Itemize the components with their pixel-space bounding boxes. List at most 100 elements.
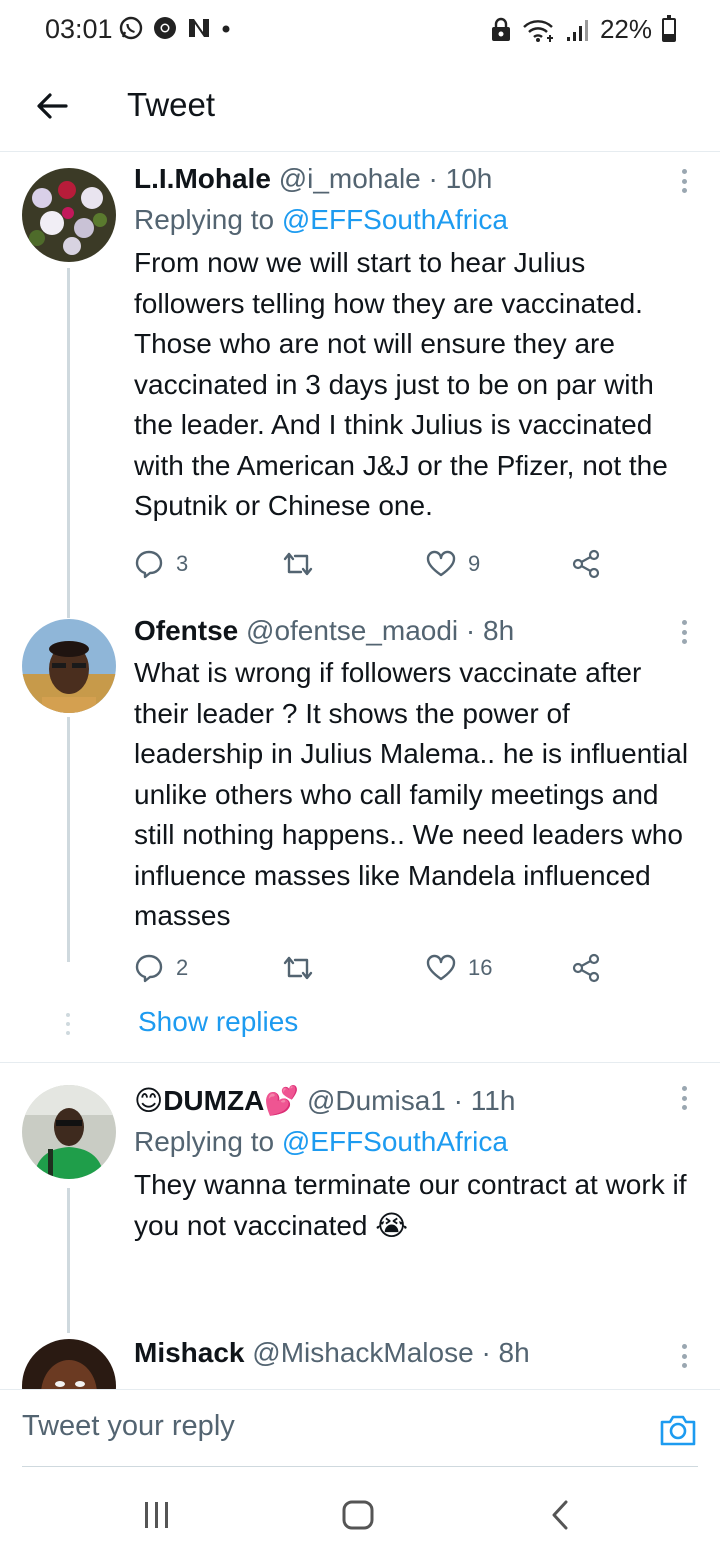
replies-feed[interactable]: L.I.Mohale @i_mohale · 10h Replying to @… (0, 153, 720, 1389)
thread-line (67, 717, 70, 962)
lock-icon (491, 17, 510, 41)
replying-to-prefix: Replying to (134, 1126, 275, 1157)
show-replies-link[interactable]: Show replies (138, 1006, 298, 1038)
dot-icon (222, 25, 230, 33)
tweet-card[interactable]: Ofentse @ofentse_maodi · 8h What is wron… (0, 613, 720, 1063)
wifi-icon (523, 19, 553, 42)
thread-line (67, 1188, 70, 1333)
camera-icon (660, 1415, 696, 1446)
share-button[interactable] (571, 948, 601, 988)
heart-icon (426, 550, 456, 577)
tweet-body: L.I.Mohale @i_mohale · 10h Replying to @… (134, 159, 700, 527)
tweet-meta: Ofentse @ofentse_maodi · 8h (134, 611, 700, 651)
status-time: 03:01 (45, 14, 113, 44)
hearts-emoji: 💕 (264, 1085, 300, 1116)
tweet-body: 😊DUMZA💕 @Dumisa1 · 11h Replying to @EFFS… (134, 1081, 700, 1246)
replying-to: Replying to @EFFSouthAfrica (134, 1121, 700, 1163)
author-handle[interactable]: @i_mohale (279, 163, 421, 194)
author-name[interactable]: Ofentse (134, 615, 238, 646)
retweet-icon (283, 956, 313, 980)
author-handle[interactable]: @ofentse_maodi (246, 615, 458, 646)
tweet-actions: 3 9 (134, 544, 614, 584)
tweet-text: From now we will start to hear Julius fo… (134, 247, 668, 521)
like-button[interactable]: 16 (426, 948, 492, 988)
retweet-button[interactable] (282, 948, 314, 988)
home-icon (342, 1500, 374, 1530)
thread-dots (66, 1013, 70, 1035)
retweet-icon (283, 552, 313, 576)
reply-count: 3 (176, 551, 189, 576)
tweet-body: Ofentse @ofentse_maodi · 8h What is wron… (134, 611, 700, 937)
like-count: 16 (468, 955, 493, 980)
reply-count: 2 (176, 955, 189, 980)
replying-to: Replying to @EFFSouthAfrica (134, 199, 700, 241)
avatar[interactable] (22, 168, 116, 262)
home-button[interactable] (340, 1498, 376, 1537)
separator-dot: · (465, 615, 476, 646)
author-name[interactable]: L.I.Mohale (134, 163, 271, 194)
tweet-actions: 2 16 (134, 948, 614, 988)
system-nav-bar (0, 1470, 720, 1560)
share-icon (572, 953, 600, 983)
thread-line (67, 268, 70, 613)
replying-to-prefix: Replying to (134, 204, 275, 235)
avatar[interactable] (22, 1085, 116, 1179)
tweet-time: 8h (498, 1337, 530, 1368)
tweet-meta: Mishack @MishackMalose · 8h (134, 1333, 700, 1373)
reply-underline (22, 1466, 698, 1467)
retweet-button[interactable] (282, 544, 314, 584)
battery-icon (662, 14, 676, 42)
tweet-card[interactable]: L.I.Mohale @i_mohale · 10h Replying to @… (0, 153, 720, 613)
separator-dot: · (428, 163, 438, 194)
mention-link[interactable]: @EFFSouthAfrica (282, 204, 508, 235)
header: Tweet (0, 62, 720, 152)
like-button[interactable]: 9 (426, 544, 480, 584)
reply-button[interactable]: 2 (134, 948, 188, 988)
thread-line (67, 613, 70, 618)
camera-button[interactable] (658, 1410, 698, 1450)
like-count: 9 (468, 551, 481, 576)
tweet-text: What is wrong if followers vaccinate aft… (134, 657, 689, 931)
tweet-time: 10h (445, 163, 493, 194)
author-handle[interactable]: @MishackMalose (252, 1337, 473, 1368)
tweet-meta: 😊DUMZA💕 @Dumisa1 · 11h (134, 1081, 700, 1121)
tweet-card[interactable]: 😊DUMZA💕 @Dumisa1 · 11h Replying to @EFFS… (0, 1063, 720, 1333)
share-icon (572, 549, 600, 579)
author-handle[interactable]: @Dumisa1 (307, 1085, 446, 1116)
heart-icon (426, 954, 456, 981)
tweet-time: 11h (470, 1085, 516, 1116)
tweet-reply-input[interactable]: Tweet your reply (22, 1410, 235, 1443)
page-title: Tweet (127, 86, 216, 123)
back-button[interactable] (30, 84, 74, 128)
reply-icon (135, 954, 163, 983)
reply-icon (135, 550, 163, 579)
status-bar: 03:01 22% (0, 0, 720, 62)
status-right: 22% (490, 14, 676, 45)
smile-emoji: 😊 (134, 1085, 164, 1116)
reply-button[interactable]: 3 (134, 544, 188, 584)
tweet-text: They wanna terminate our contract at wor… (134, 1169, 687, 1241)
author-name[interactable]: Mishack (134, 1337, 245, 1368)
separator-dot: · (481, 1337, 491, 1368)
crying-emoji: 😭 (375, 1209, 408, 1241)
recents-button[interactable] (142, 1498, 172, 1537)
mention-link[interactable]: @EFFSouthAfrica (282, 1126, 508, 1157)
tweet-body: Mishack @MishackMalose · 8h (134, 1333, 700, 1373)
tweet-card[interactable]: Mishack @MishackMalose · 8h (0, 1333, 720, 1389)
tweet-meta: L.I.Mohale @i_mohale · 10h (134, 159, 700, 199)
chrome-icon (154, 17, 176, 39)
arrow-left-icon (37, 93, 68, 119)
news-icon (189, 19, 209, 37)
nav-back-button[interactable] (548, 1498, 572, 1537)
nav-back-icon (552, 1500, 568, 1530)
battery-percent: 22% (599, 14, 652, 44)
reply-bar: Tweet your reply (0, 1389, 720, 1469)
avatar[interactable] (22, 1339, 116, 1389)
separator-dot: · (453, 1085, 463, 1116)
signal-icon (566, 19, 588, 41)
whatsapp-icon (119, 16, 143, 40)
share-button[interactable] (571, 544, 601, 584)
tweet-text-block: They wanna terminate our contract at wor… (134, 1165, 700, 1246)
author-name[interactable]: DUMZA (163, 1085, 264, 1116)
avatar[interactable] (22, 619, 116, 713)
